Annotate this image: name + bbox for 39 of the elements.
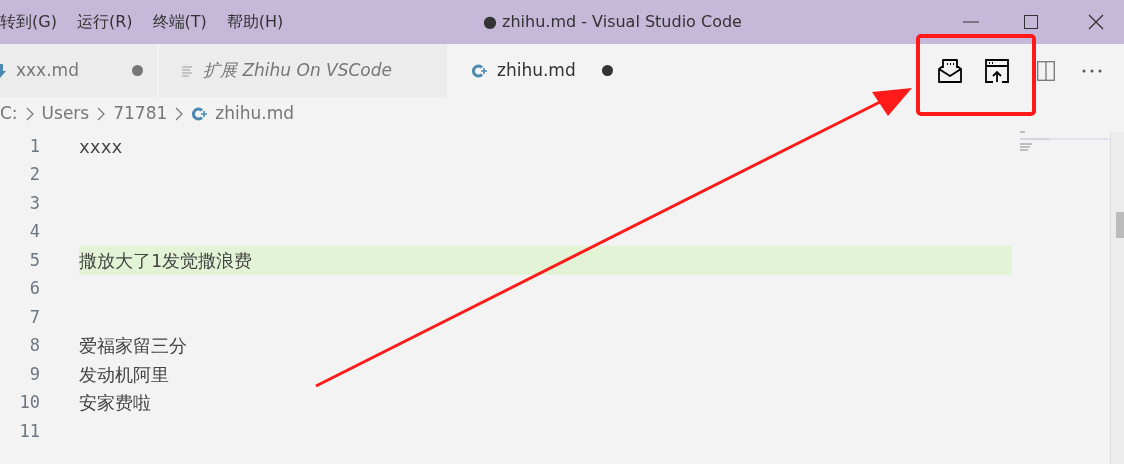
chevron-right-icon: [175, 107, 184, 121]
menu-item[interactable]: 帮助(H): [226, 10, 304, 34]
menu-item[interactable]: 终端(T): [152, 10, 227, 34]
line-number: 10: [18, 391, 40, 414]
line-number: 2: [28, 163, 40, 186]
split-editor-icon[interactable]: [1037, 60, 1055, 81]
menu-item[interactable]: 转到(G): [0, 10, 77, 34]
breadcrumb-item[interactable]: 71781: [113, 101, 168, 127]
chevron-right-icon: [97, 107, 106, 121]
file-icon: [191, 106, 208, 122]
window-title: ● zhihu.md - Visual Studio Code: [483, 11, 742, 33]
line-number: 1: [28, 134, 40, 158]
line-number: 3: [28, 191, 40, 215]
file-icon: [471, 62, 487, 79]
line-text: 爱福家留三分: [79, 334, 187, 359]
line-text: xxxx: [79, 134, 123, 159]
maximize-icon[interactable]: [1024, 15, 1038, 29]
editor-tab[interactable]: 扩展 Zhihu On VSCode: [159, 44, 447, 97]
line-number: 11: [18, 419, 40, 443]
line-text: 撒放大了1发觉撒浪费: [79, 248, 252, 273]
breadcrumb-item[interactable]: zhihu.md: [215, 101, 295, 127]
breadcrumb-item[interactable]: C:: [0, 101, 18, 127]
line-number: 6: [28, 277, 40, 300]
envelope-icon[interactable]: [937, 57, 963, 84]
line-number: 4: [28, 220, 40, 243]
upload-window-icon[interactable]: [984, 57, 1010, 84]
line-number: 7: [28, 305, 40, 329]
menu-item[interactable]: 运行(R): [76, 10, 153, 34]
editor-tab[interactable]: xxx.md: [0, 44, 157, 97]
lines-icon: [181, 64, 193, 77]
more-icon[interactable]: [1082, 68, 1102, 73]
chevron-right-icon: [25, 107, 34, 121]
line-text: 发动机阿里: [79, 362, 169, 387]
line-text: 安家费啦: [79, 391, 151, 416]
breadcrumb-item[interactable]: Users: [41, 101, 90, 127]
line-number: 5: [28, 248, 40, 272]
close-icon[interactable]: [1088, 14, 1104, 30]
line-number: 9: [28, 362, 40, 386]
line-number: 8: [28, 334, 40, 357]
